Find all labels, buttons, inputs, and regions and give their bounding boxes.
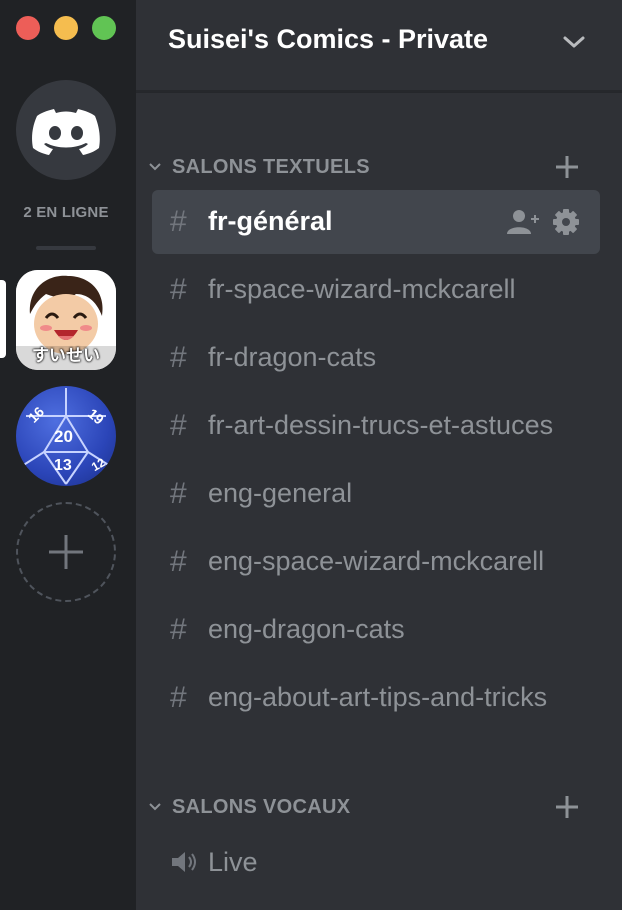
d20-face-16: 16 [25,403,47,425]
collapse-chevron-icon [149,163,161,171]
d20-face-13: 13 [54,457,72,474]
create-channel-icon[interactable] [554,794,580,820]
hash-icon: # [170,341,187,374]
discord-logo-icon [32,109,100,155]
category-label: SALONS VOCAUX [172,796,351,818]
voice-channel-live[interactable]: Live [152,832,600,892]
channel-fr-space-wizard-mckcarell[interactable]: # fr-space-wizard-mckcarell [152,258,600,322]
channel-label: fr-général [208,206,333,236]
server-name: Suisei's Comics - Private [168,24,489,54]
channel-label: fr-space-wizard-mckcarell [208,274,516,304]
server-rail: 2 EN LIGNE すいせい 16 20 19 13 12 [0,0,136,910]
category-label: SALONS TEXTUELS [172,156,370,178]
channel-fr-general[interactable]: # fr-général [152,190,600,254]
channel-label: eng-space-wizard-mckcarell [208,546,545,576]
window-minimize-button[interactable] [54,16,78,40]
hash-icon: # [170,409,187,442]
server-icon-suisei[interactable]: すいせい [16,270,116,370]
speaker-icon [172,852,196,872]
channel-label: eng-dragon-cats [208,614,405,644]
hash-icon: # [170,613,187,646]
channel-eng-dragon-cats[interactable]: # eng-dragon-cats [152,598,600,662]
hash-icon: # [170,477,187,510]
server-header[interactable]: Suisei's Comics - Private [136,0,622,92]
online-count: 2 EN LIGNE [23,204,109,221]
channel-fr-art-dessin-trucs-et-astuces[interactable]: # fr-art-dessin-trucs-et-astuces [152,394,600,458]
channel-label: eng-about-art-tips-and-tricks [208,682,548,712]
channel-label: Live [208,847,258,877]
plus-icon [49,535,83,569]
server-icon-caption: すいせい [32,346,100,365]
d20-face-12: 12 [89,455,108,474]
create-channel-icon[interactable] [554,154,580,180]
add-server-button[interactable] [16,502,116,602]
channel-eng-space-wizard-mckcarell[interactable]: # eng-space-wizard-mckcarell [152,530,600,594]
window-close-button[interactable] [16,16,40,40]
d20-face-20: 20 [54,427,73,446]
collapse-chevron-icon [149,803,161,811]
channel-label: fr-art-dessin-trucs-et-astuces [208,410,554,440]
channel-eng-about-art-tips-and-tricks[interactable]: # eng-about-art-tips-and-tricks [152,666,600,730]
channel-eng-general[interactable]: # eng-general [152,462,600,526]
channel-label: fr-dragon-cats [208,342,377,372]
invite-user-icon[interactable] [506,209,540,235]
chevron-down-icon[interactable] [562,34,586,50]
rail-divider [36,246,96,250]
d20-face-19: 19 [85,405,107,427]
category-voice-channels[interactable]: SALONS VOCAUX [136,792,622,822]
home-button[interactable] [16,80,116,180]
category-text-channels[interactable]: SALONS TEXTUELS [136,152,622,182]
selected-server-indicator [0,280,6,358]
hash-icon: # [170,681,187,714]
hash-icon: # [170,205,187,238]
gear-icon[interactable] [552,208,580,236]
d20-dice-icon: 16 20 19 13 12 [21,388,111,485]
hash-icon: # [170,545,187,578]
channel-fr-dragon-cats[interactable]: # fr-dragon-cats [152,326,600,390]
hash-icon: # [170,273,187,306]
channel-label: eng-general [208,478,353,508]
window-maximize-button[interactable] [92,16,116,40]
server-icon-d20[interactable]: 16 20 19 13 12 [16,386,116,486]
